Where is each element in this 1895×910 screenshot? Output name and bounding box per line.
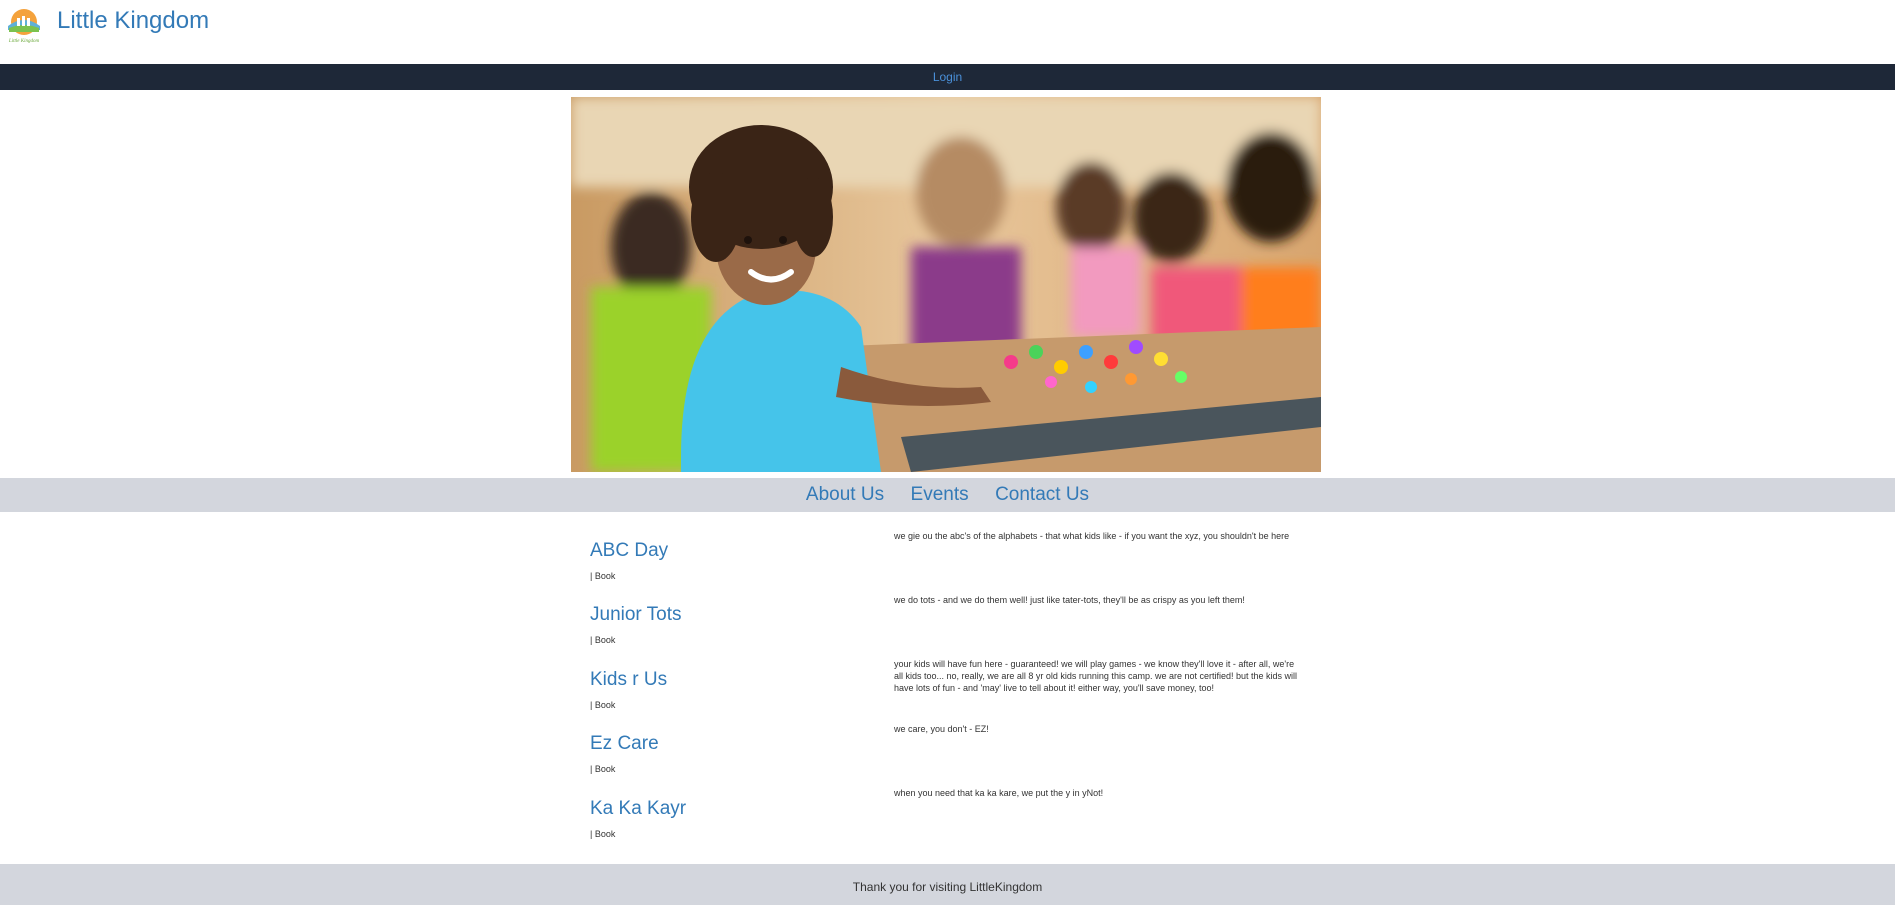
book-link[interactable]: | Book xyxy=(590,764,890,774)
main-nav: About Us Events Contact Us xyxy=(0,478,1895,512)
event-description: when you need that ka ka kare, we put th… xyxy=(894,788,1104,798)
event-name[interactable]: ABC Day xyxy=(590,540,890,562)
event-description: we do tots - and we do them well! just l… xyxy=(894,595,1245,605)
logo-text: Little Kingdom xyxy=(8,39,40,44)
event-description: we gie ou the abc's of the alphabets - t… xyxy=(894,531,1290,541)
event-item: Junior Tots | Book xyxy=(590,604,890,645)
site-logo[interactable]: Little Kingdom xyxy=(4,6,44,44)
event-item: Ez Care | Book xyxy=(590,733,890,774)
event-name[interactable]: Ka Ka Kayr xyxy=(590,798,890,820)
event-item: Ka Ka Kayr | Book xyxy=(590,798,890,839)
book-link[interactable]: | Book xyxy=(590,700,890,710)
hero-photo-image xyxy=(571,97,1321,472)
nav-about-us[interactable]: About Us xyxy=(806,478,884,512)
event-item: Kids r Us | Book xyxy=(590,669,890,710)
events-list: ABC Day | Book we gie ou the abc's of th… xyxy=(0,512,1895,864)
site-header: Little Kingdom Little Kingdom xyxy=(0,0,1895,64)
top-nav-bar: Login xyxy=(0,64,1895,90)
event-name[interactable]: Ez Care xyxy=(590,733,890,755)
event-name[interactable]: Junior Tots xyxy=(590,604,890,626)
hero-photo xyxy=(571,97,1321,472)
event-description: your kids will have fun here - guarantee… xyxy=(894,659,1298,693)
event-description: we care, you don't - EZ! xyxy=(894,724,989,734)
event-item: ABC Day | Book xyxy=(590,540,890,581)
site-footer: Thank you for visiting LittleKingdom xyxy=(0,864,1895,905)
book-link[interactable]: | Book xyxy=(590,635,890,645)
login-link[interactable]: Login xyxy=(933,70,962,84)
footer-text: Thank you for visiting LittleKingdom xyxy=(852,880,1043,894)
book-link[interactable]: | Book xyxy=(590,829,890,839)
book-link[interactable]: | Book xyxy=(590,571,890,581)
nav-events[interactable]: Events xyxy=(911,478,969,512)
site-title[interactable]: Little Kingdom xyxy=(57,5,209,37)
event-name[interactable]: Kids r Us xyxy=(590,669,890,691)
nav-contact-us[interactable]: Contact Us xyxy=(995,478,1089,512)
